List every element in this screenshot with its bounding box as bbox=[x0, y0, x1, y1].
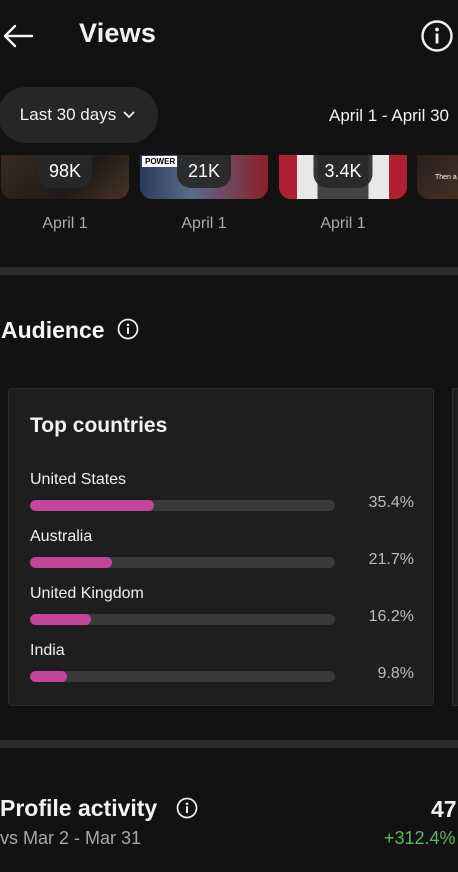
view-count-badge: 3.4K bbox=[313, 155, 373, 188]
video-date: April 1 bbox=[181, 215, 227, 232]
audience-info-icon[interactable] bbox=[117, 318, 139, 340]
profile-activity-info-icon[interactable] bbox=[176, 797, 198, 819]
section-divider bbox=[0, 740, 458, 748]
profile-activity-title: Profile activity bbox=[0, 795, 158, 821]
video-date: April 1 bbox=[320, 215, 366, 232]
video-thumbnail-2[interactable]: POWER 21K bbox=[140, 155, 268, 199]
video-thumbnail-1[interactable]: 98K bbox=[1, 155, 129, 199]
country-percentage: 16.2% bbox=[368, 608, 414, 625]
page-title: Views bbox=[79, 18, 157, 48]
comparison-period: vs Mar 2 - Mar 31 bbox=[0, 828, 142, 848]
change-percentage: +312.4% bbox=[384, 828, 456, 848]
country-bar bbox=[30, 614, 335, 625]
thumbnail-overlay-text: POWER bbox=[142, 156, 179, 167]
info-icon[interactable] bbox=[420, 19, 454, 53]
view-count-badge: 21K bbox=[176, 155, 232, 188]
country-name: United Kingdom bbox=[30, 585, 144, 602]
chevron-down-icon bbox=[122, 105, 136, 125]
view-count-badge: 98K bbox=[37, 155, 93, 188]
country-bar bbox=[30, 671, 335, 682]
date-range-dropdown[interactable]: Last 30 days bbox=[0, 87, 158, 143]
card-title: Top countries bbox=[30, 414, 168, 437]
next-card-peek bbox=[452, 388, 458, 706]
thumbnail-overlay-text: Then a bbox=[435, 174, 457, 181]
date-range-label: Last 30 days bbox=[19, 105, 117, 124]
country-percentage: 9.8% bbox=[377, 665, 414, 682]
country-name: United States bbox=[30, 471, 127, 488]
country-percentage: 35.4% bbox=[368, 494, 414, 511]
country-percentage: 21.7% bbox=[368, 551, 414, 568]
section-divider bbox=[0, 267, 458, 275]
country-name: Australia bbox=[30, 528, 93, 545]
audience-title: Audience bbox=[1, 317, 105, 343]
video-thumbnail-4[interactable]: Then a bbox=[417, 155, 458, 199]
country-bar bbox=[30, 557, 335, 568]
profile-activity-value: 47 bbox=[431, 796, 457, 822]
video-thumbnail-3[interactable]: 3.4K bbox=[279, 155, 407, 199]
video-date: April 1 bbox=[42, 215, 88, 232]
country-name: India bbox=[30, 642, 65, 659]
back-arrow-icon[interactable] bbox=[2, 22, 34, 50]
date-range-text: April 1 - April 30 bbox=[329, 106, 449, 125]
country-bar bbox=[30, 500, 335, 511]
